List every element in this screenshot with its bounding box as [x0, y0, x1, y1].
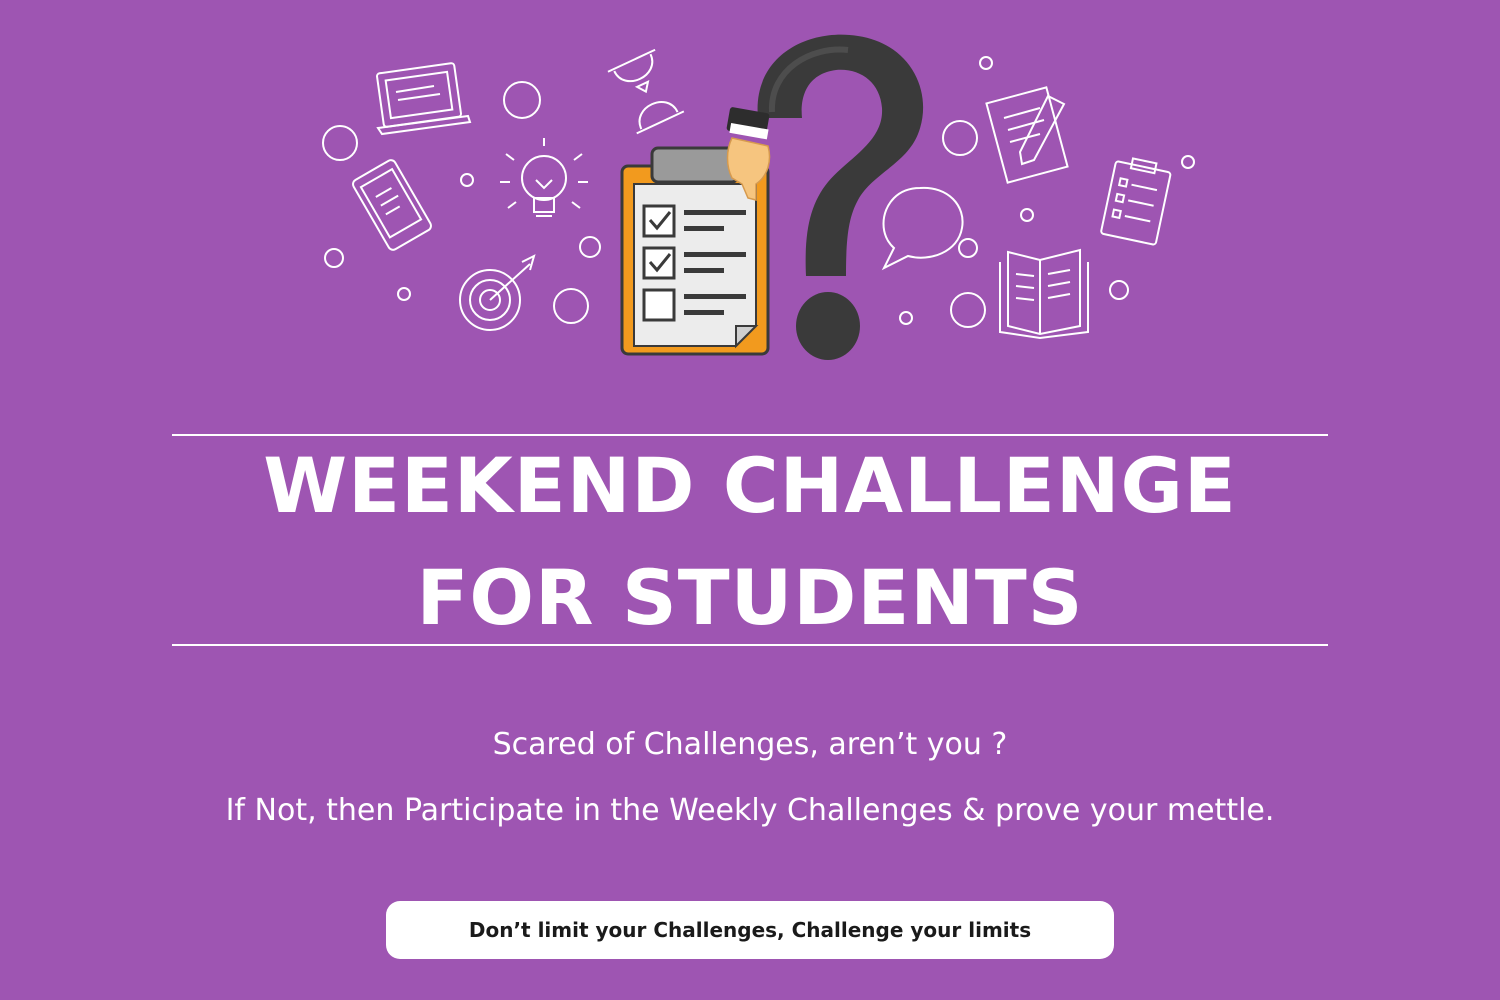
headline-line-2: FOR STUDENTS — [416, 553, 1084, 642]
tagline-question: Scared of Challenges, aren’t you ? — [492, 727, 1008, 762]
banner: WEEKEND CHALLENGE FOR STUDENTS Scared of… — [0, 0, 1500, 1000]
slogan-pill: Don’t limit your Challenges, Challenge y… — [386, 901, 1114, 959]
headline-bottom-rule — [172, 644, 1328, 646]
tagline-invitation: If Not, then Participate in the Weekly C… — [225, 793, 1275, 828]
headline-line-1: WEEKEND CHALLENGE — [263, 441, 1237, 530]
slogan-text: Don’t limit your Challenges, Challenge y… — [468, 918, 1032, 942]
header-illustration — [0, 0, 1500, 380]
